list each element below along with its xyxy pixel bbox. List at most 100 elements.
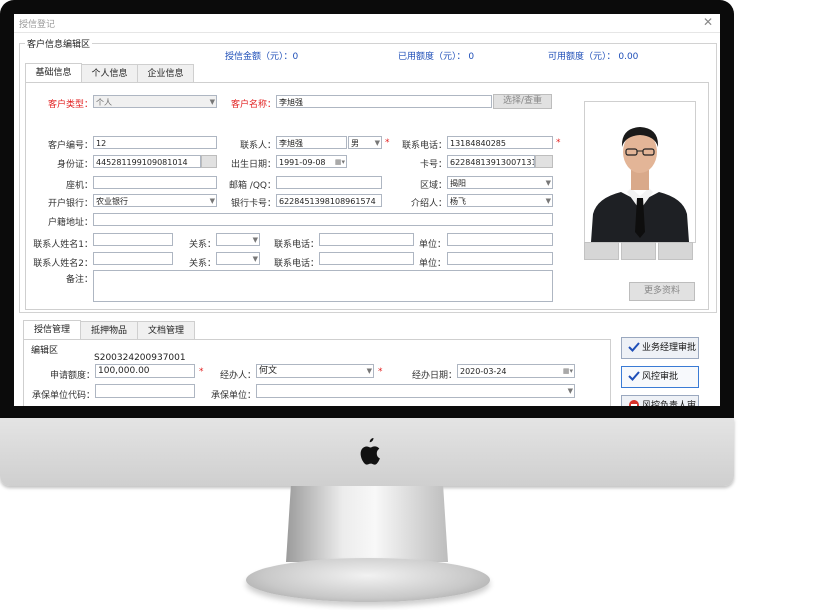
bank-card-label: 银行卡号： xyxy=(230,199,276,209)
photo-thumb-2[interactable] xyxy=(621,242,656,260)
credit-amount-summary: 授信金额（元）：0 xyxy=(225,52,299,62)
risk-approve-button[interactable]: 风控审批 xyxy=(621,366,699,388)
card-label: 卡号： xyxy=(419,160,447,170)
bank-value: 农业银行 xyxy=(96,197,128,206)
customer-info-legend: 客户信息编辑区 xyxy=(25,37,93,50)
remark-textarea[interactable] xyxy=(93,270,553,302)
customer-photo-image xyxy=(585,102,695,242)
bank-card-field[interactable]: 6228451398108961574 xyxy=(276,194,382,207)
region-value: 揭阳 xyxy=(450,179,466,188)
relation1-select[interactable]: ▼ xyxy=(216,233,260,246)
remark-label: 备注： xyxy=(65,275,93,285)
serial-number: S200324200937001 xyxy=(94,353,186,363)
address-field[interactable] xyxy=(93,213,553,226)
relation2-label: 关系： xyxy=(188,259,216,269)
apple-logo xyxy=(360,438,380,465)
chevron-down-icon: ▼ xyxy=(374,139,380,147)
customer-name-field[interactable]: 李旭强 xyxy=(276,95,492,108)
required-star: * xyxy=(556,138,561,148)
guarantor-code-label: 承保单位代码： xyxy=(31,391,95,401)
chevron-down-icon: ▼ xyxy=(366,367,372,375)
email-label: 邮箱 /QQ： xyxy=(228,181,276,191)
handler-label: 经办人： xyxy=(219,371,256,381)
window-title: 授信登记 xyxy=(19,20,56,30)
select-duplicate-button[interactable]: 选择/查重 xyxy=(493,94,552,109)
unit1-field[interactable] xyxy=(447,233,553,246)
customer-type-label: 客户类型： xyxy=(47,100,93,110)
tab-credit-manage[interactable]: 授信管理 xyxy=(23,320,81,340)
contact1-name-field[interactable] xyxy=(93,233,173,246)
apply-amount-label: 申请额度： xyxy=(49,371,95,381)
tab-company-info[interactable]: 企业信息 xyxy=(137,64,194,83)
handler-value: 何文 xyxy=(259,366,278,376)
id-read-button[interactable] xyxy=(201,155,217,168)
chevron-down-icon: ▼ xyxy=(545,179,551,187)
handler-select[interactable]: 何文 ▼ xyxy=(256,364,374,378)
guarantor-label: 承保单位： xyxy=(210,391,256,401)
landline-field[interactable] xyxy=(93,176,217,189)
tab-basic-info[interactable]: 基础信息 xyxy=(25,63,82,83)
card-field[interactable]: 6228481391300713110 xyxy=(447,155,535,168)
guarantor-code-field[interactable] xyxy=(95,384,195,398)
id-field[interactable]: 445281199109081014 xyxy=(93,155,201,168)
contact2-phone-label: 联系电话： xyxy=(273,259,319,269)
introducer-select[interactable]: 杨飞 ▼ xyxy=(447,194,553,207)
risk-head-approve-label: 风控负责人审批 xyxy=(642,401,697,406)
birth-date-value: 1991-09-08 xyxy=(279,158,326,167)
apply-amount-field[interactable]: 100,000.00 xyxy=(95,364,195,378)
phone-field[interactable]: 13184840285 xyxy=(447,136,553,149)
contact1-phone-label: 联系电话： xyxy=(273,240,319,250)
handle-date-field[interactable]: 2020-03-24 ▦▾ xyxy=(457,364,575,378)
chevron-down-icon: ▼ xyxy=(567,387,573,395)
customer-photo[interactable] xyxy=(584,101,696,243)
risk-head-approve-button[interactable]: 风控负责人审批 xyxy=(621,395,699,406)
monitor-stand-base xyxy=(246,558,490,602)
bank-select[interactable]: 农业银行 ▼ xyxy=(93,194,217,207)
customer-type-value: 个人 xyxy=(96,98,112,107)
landline-label: 座机： xyxy=(65,181,93,191)
photo-thumb-1[interactable] xyxy=(584,242,619,260)
customer-type-select[interactable]: 个人 ▼ xyxy=(93,95,217,108)
card-read-button[interactable] xyxy=(535,155,553,168)
contact2-name-field[interactable] xyxy=(93,252,173,265)
calendar-icon[interactable]: ▦▾ xyxy=(335,157,345,167)
calendar-icon[interactable]: ▦▾ xyxy=(563,366,573,376)
unit2-label: 单位： xyxy=(418,259,446,269)
unit2-field[interactable] xyxy=(447,252,553,265)
chevron-down-icon: ▼ xyxy=(209,98,215,106)
stop-icon xyxy=(629,400,639,406)
id-label: 身份证： xyxy=(56,160,93,170)
gender-value: 男 xyxy=(351,139,359,148)
close-icon[interactable]: ✕ xyxy=(703,15,713,29)
tab-documents[interactable]: 文档管理 xyxy=(137,321,195,340)
guarantor-select[interactable]: ▼ xyxy=(256,384,575,398)
gender-select[interactable]: 男 ▼ xyxy=(348,136,382,149)
birth-date-field[interactable]: 1991-09-08 ▦▾ xyxy=(276,155,347,168)
contact2-name-label: 联系人姓名2： xyxy=(33,259,93,269)
available-amount-summary: 可用额度（元）： 0.00 xyxy=(548,52,639,62)
check-icon xyxy=(628,342,640,352)
region-select[interactable]: 揭阳 ▼ xyxy=(447,176,553,189)
title-bar: 授信登记 ✕ xyxy=(14,14,720,33)
contact-field[interactable]: 李旭强 xyxy=(276,136,347,149)
chevron-down-icon: ▼ xyxy=(252,255,258,263)
chevron-down-icon: ▼ xyxy=(252,236,258,244)
required-star: * xyxy=(385,138,390,148)
used-amount-summary: 已用额度（元）： 0 xyxy=(398,52,475,62)
relation2-select[interactable]: ▼ xyxy=(216,252,260,265)
photo-thumb-3[interactable] xyxy=(658,242,693,260)
customer-no-label: 客户编号： xyxy=(47,141,93,151)
required-star: * xyxy=(378,367,383,377)
email-field[interactable] xyxy=(276,176,382,189)
tab-collateral[interactable]: 抵押物品 xyxy=(80,321,138,340)
risk-approve-label: 风控审批 xyxy=(642,372,679,382)
handle-date-value: 2020-03-24 xyxy=(460,367,507,376)
more-info-button[interactable]: 更多资料 xyxy=(629,282,695,301)
contact2-phone-field[interactable] xyxy=(319,252,414,265)
introducer-value: 杨飞 xyxy=(450,197,466,206)
manager-approve-button[interactable]: 业务经理审批 xyxy=(621,337,699,359)
tab-personal-info[interactable]: 个人信息 xyxy=(81,64,138,83)
chevron-down-icon: ▼ xyxy=(545,197,551,205)
customer-no-field[interactable]: 12 xyxy=(93,136,217,149)
contact1-phone-field[interactable] xyxy=(319,233,414,246)
